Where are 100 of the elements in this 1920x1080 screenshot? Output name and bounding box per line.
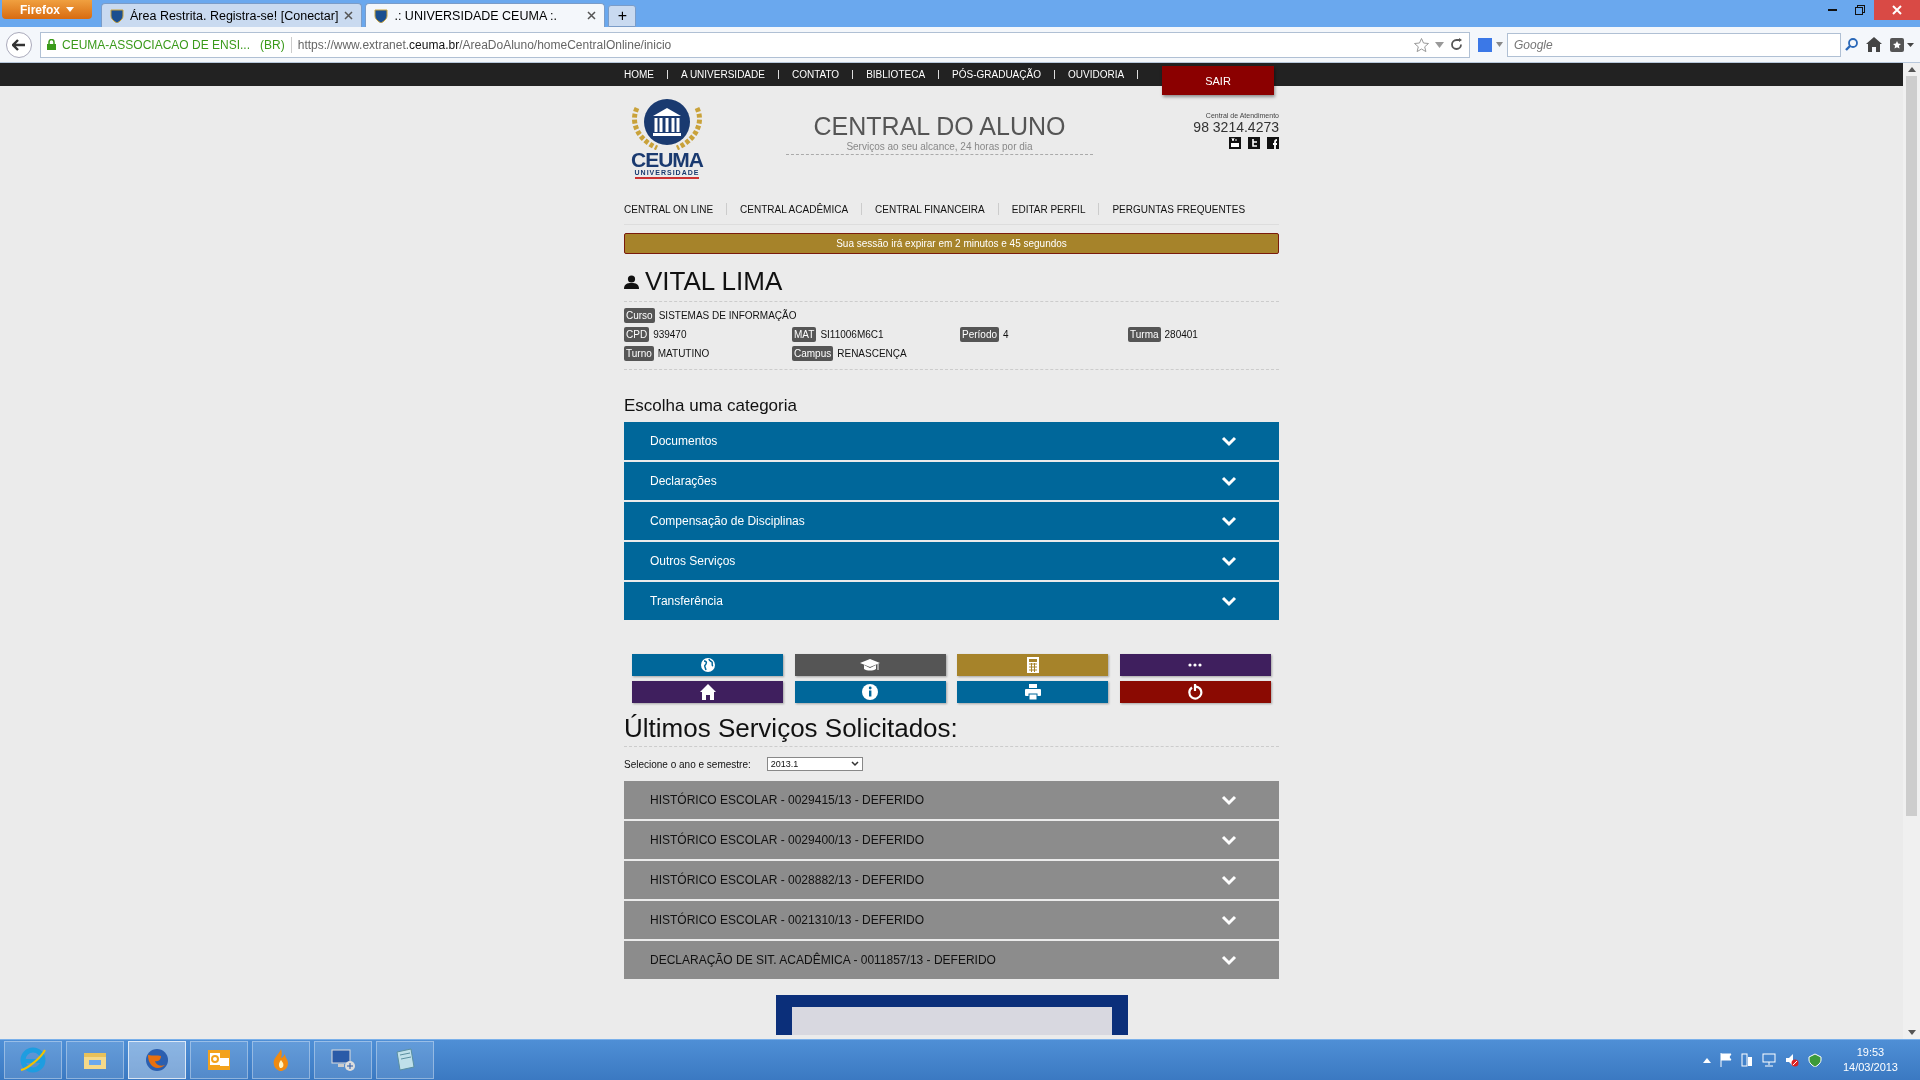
bookmarks-icon[interactable]	[1890, 37, 1914, 52]
calculator-icon	[1024, 657, 1041, 673]
ie-logo-icon	[19, 1046, 47, 1074]
category-accordion[interactable]: Compensação de Disciplinas	[624, 502, 1279, 540]
new-tab-button[interactable]: +	[608, 5, 637, 27]
globe-icon	[699, 657, 716, 673]
field-label: MAT	[792, 327, 817, 342]
category-accordion[interactable]: Documentos	[624, 422, 1279, 460]
reload-icon[interactable]	[1450, 38, 1463, 51]
taskbar-app-button[interactable]	[190, 1041, 248, 1079]
network-icon[interactable]	[1761, 1053, 1776, 1067]
service-title: HISTÓRICO ESCOLAR - 0029415/13 - DEFERIDO	[650, 793, 925, 807]
taskbar-app-button[interactable]	[376, 1041, 434, 1079]
star-icon[interactable]	[1414, 37, 1429, 52]
site-nav-link[interactable]: CONTATO	[791, 69, 840, 80]
field-value: SISTEMAS DE INFORMAÇÃO	[658, 310, 797, 321]
site-nav-link[interactable]: PÓS-GRADUAÇÃO	[952, 69, 1041, 80]
shortcut-button[interactable]	[957, 681, 1109, 703]
shield-icon	[374, 8, 389, 23]
browser-tab[interactable]: Área Restrita. Registra-se! [Conectar]	[101, 3, 363, 27]
service-title: HISTÓRICO ESCOLAR - 0021310/13 - DEFERIDO	[650, 913, 925, 927]
close-icon[interactable]	[587, 11, 597, 20]
speaker-muted-icon[interactable]	[1784, 1053, 1799, 1067]
search-icon[interactable]	[1845, 38, 1858, 51]
site-nav-link[interactable]: A UNIVERSIDADE	[681, 69, 765, 80]
category-title: Compensação de Disciplinas	[650, 514, 805, 528]
chevron-down-icon	[1221, 954, 1237, 966]
field-value: SI11006M6C1	[820, 329, 884, 340]
arrow-up-icon[interactable]	[1907, 67, 1916, 72]
category-title: Outros Serviços	[650, 554, 736, 568]
category-accordion[interactable]: Outros Serviços	[624, 542, 1279, 580]
session-notice: Sua sessão irá expirar em 2 minutos e 45 segundos	[624, 233, 1279, 254]
exit-button[interactable]: SAIR	[1162, 66, 1274, 95]
tab-title: Área Restrita. Registra-se! [Conectar]	[130, 8, 339, 23]
caret-icon[interactable]	[1496, 42, 1503, 47]
shortcut-button[interactable]	[632, 654, 783, 676]
shield-icon[interactable]	[1807, 1053, 1822, 1067]
facebook-icon[interactable]	[1267, 137, 1279, 149]
site-nav-link[interactable]: BIBLIOTECA	[866, 69, 926, 80]
field-value: MATUTINO	[657, 348, 710, 359]
restore-icon[interactable]	[1855, 5, 1865, 15]
site-nav-link[interactable]: HOME	[624, 69, 654, 80]
shortcut-button[interactable]	[1119, 681, 1271, 703]
main-nav-link[interactable]: CENTRAL FINANCEIRA	[875, 203, 985, 215]
back-button[interactable]	[6, 31, 32, 58]
service-accordion[interactable]: HISTÓRICO ESCOLAR - 0029400/13 - DEFERIDO	[624, 821, 1279, 859]
category-title: Transferência	[650, 594, 723, 608]
chevron-down-icon	[850, 761, 859, 767]
caret-icon[interactable]	[1435, 41, 1444, 48]
shortcut-button[interactable]	[794, 681, 946, 703]
user-icon	[624, 274, 639, 289]
site-nav-link[interactable]: OUVIDORIA	[1067, 69, 1125, 80]
device-icon[interactable]	[1740, 1053, 1753, 1067]
main-nav-link[interactable]: EDITAR PERFIL	[1011, 203, 1086, 215]
tab-title: .: UNIVERSIDADE CEUMA :.	[394, 8, 558, 23]
service-accordion[interactable]: HISTÓRICO ESCOLAR - 0029415/13 - DEFERIDO	[624, 781, 1279, 819]
printer-icon	[1024, 684, 1041, 700]
arrow-down-icon[interactable]	[1907, 1030, 1916, 1035]
category-accordion[interactable]: Transferência	[624, 582, 1279, 620]
service-accordion[interactable]: DECLARAÇÃO DE SIT. ACADÊMICA - 0011857/13 - DEFERIDO	[624, 941, 1279, 979]
taskbar-app-button[interactable]	[314, 1041, 372, 1079]
minimize-icon[interactable]	[1827, 8, 1837, 12]
shortcut-button[interactable]	[794, 654, 946, 676]
logo-text: CEUMA	[631, 150, 703, 169]
taskbar-app-button[interactable]	[128, 1041, 186, 1079]
browser-tab[interactable]: .: UNIVERSIDADE CEUMA :.	[365, 3, 606, 27]
field-label: CPD	[624, 327, 650, 342]
service-accordion[interactable]: HISTÓRICO ESCOLAR - 0021310/13 - DEFERIDO	[624, 901, 1279, 939]
field-value: 4	[1003, 329, 1009, 340]
clock-date[interactable]: 14/03/2013	[1842, 1060, 1898, 1075]
chevron-down-icon	[1221, 834, 1237, 846]
page-subtitle: Serviços ao seu alcance, 24 horas por dia	[786, 141, 1093, 155]
computer-icon	[329, 1046, 357, 1074]
scrollbar[interactable]	[1903, 63, 1920, 1039]
main-nav-link[interactable]: CENTRAL ACADÊMICA	[740, 203, 849, 215]
shortcut-button[interactable]	[632, 681, 783, 703]
semester-dropdown[interactable]: 2013.1	[766, 757, 863, 771]
power-icon	[1187, 684, 1204, 700]
clock-time[interactable]: 19:53	[1856, 1045, 1885, 1060]
section-title: Escolha uma categoria	[624, 396, 798, 416]
address-bar[interactable]: CEUMA-ASSOCIACAO DE ENSI... (BR) https://www.extranet.ceuma.br/AreaDoAluno/homeCentralOnline/inicio	[40, 31, 1470, 58]
student-name: VITAL LIMA	[645, 266, 783, 297]
main-nav-link[interactable]: CENTRAL ON LINE	[624, 203, 714, 215]
chevron-down-icon	[1221, 794, 1237, 806]
close-icon[interactable]	[344, 11, 354, 20]
fox-globe-icon	[143, 1046, 171, 1074]
chevron-down-icon	[1221, 914, 1237, 926]
url-text: https://www.extranet.ceuma.br/AreaDoAluno/homeCentralOnline/inicio	[297, 37, 672, 52]
chevron-down-icon	[1221, 515, 1237, 527]
home-icon[interactable]	[1866, 37, 1882, 52]
twitter-icon[interactable]	[1248, 137, 1260, 149]
caret-up-icon[interactable]	[1702, 1057, 1711, 1063]
taskbar-app-button[interactable]	[66, 1041, 124, 1079]
service-accordion[interactable]: HISTÓRICO ESCOLAR - 0028882/13 - DEFERIDO	[624, 861, 1279, 899]
main-nav-link[interactable]: PERGUNTAS FREQUENTES	[1112, 203, 1246, 215]
field-label: Turno	[624, 346, 654, 361]
category-accordion[interactable]: Declarações	[624, 462, 1279, 500]
flag-icon[interactable]	[1719, 1053, 1732, 1067]
category-title: Documentos	[650, 434, 718, 448]
search-field[interactable]: Google	[1507, 32, 1841, 57]
